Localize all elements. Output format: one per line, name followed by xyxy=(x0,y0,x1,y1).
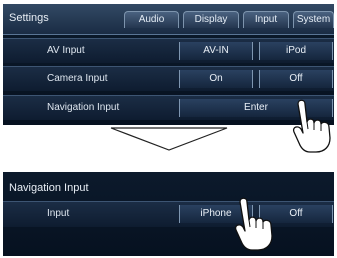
settings-row-navigation-input: Navigation Input Enter xyxy=(3,95,334,120)
pointing-hand-icon xyxy=(234,197,273,251)
settings-screen: Settings Audio Display Input System AV I… xyxy=(3,4,334,125)
tab-input[interactable]: Input xyxy=(243,11,289,28)
tab-bar: Settings Audio Display Input System xyxy=(3,4,334,35)
settings-row-input: Input iPhone Off xyxy=(3,201,334,227)
page-title: Settings xyxy=(9,12,49,24)
down-arrow-icon xyxy=(110,127,228,151)
tab-system[interactable]: System xyxy=(293,11,334,28)
camera-on-button[interactable]: On xyxy=(179,70,253,88)
row-label-navigation-input: Navigation Input xyxy=(47,102,120,113)
tab-audio[interactable]: Audio xyxy=(124,11,179,28)
settings-row-av-input: AV Input AV-IN iPod xyxy=(3,38,334,63)
tab-display[interactable]: Display xyxy=(183,11,239,28)
camera-off-button[interactable]: Off xyxy=(259,70,333,88)
av-in-button[interactable]: AV-IN xyxy=(179,42,253,60)
page-title: Navigation Input xyxy=(9,182,89,194)
pointing-hand-icon xyxy=(292,99,331,153)
row-label-av-input: AV Input xyxy=(47,45,85,56)
ipod-button[interactable]: iPod xyxy=(259,42,333,60)
settings-row-camera-input: Camera Input On Off xyxy=(3,66,334,91)
row-label-camera-input: Camera Input xyxy=(47,73,108,84)
navigation-input-screen: Navigation Input Input iPhone Off xyxy=(3,172,334,256)
row-label-input: Input xyxy=(47,208,70,219)
